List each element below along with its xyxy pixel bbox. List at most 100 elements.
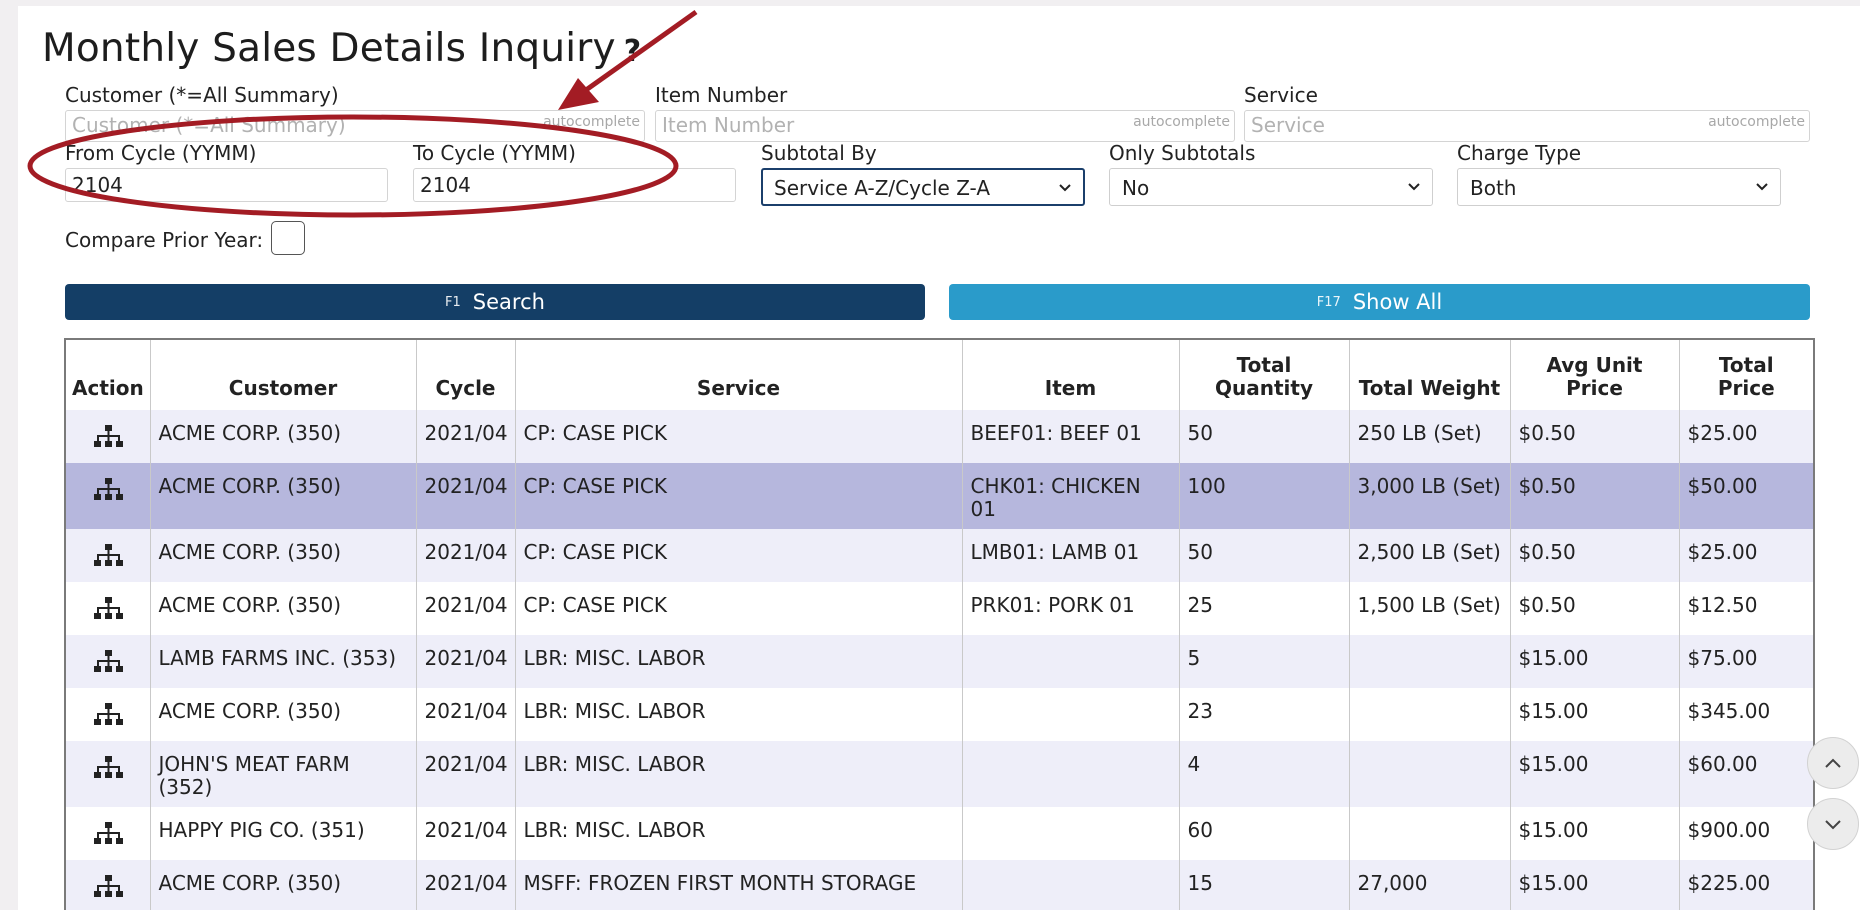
autocomplete-tag: autocomplete xyxy=(1133,114,1230,130)
cell-customer: LAMB FARMS INC. (353) xyxy=(150,635,417,688)
table-header-row: Action Customer Cycle Service Item Total… xyxy=(66,340,1813,410)
header-customer[interactable]: Customer xyxy=(150,340,417,410)
item-number-field: Item Number autocomplete xyxy=(655,82,1235,142)
cell-total-weight xyxy=(1349,807,1511,860)
header-total-quantity[interactable]: Total Quantity xyxy=(1179,340,1350,410)
cell-item xyxy=(962,741,1180,807)
header-total-price[interactable]: Total Price xyxy=(1679,340,1813,410)
cell-item: BEEF01: BEEF 01 xyxy=(962,410,1180,463)
from-cycle-label: From Cycle (YYMM) xyxy=(65,141,257,165)
table-row[interactable]: ACME CORP. (350) 2021/04 MSFF: FROZEN FIRS… xyxy=(66,860,1813,910)
only-subtotals-field: Only Subtotals No xyxy=(1109,140,1433,206)
autocomplete-tag: autocomplete xyxy=(1708,114,1805,130)
charge-type-field: Charge Type Both xyxy=(1457,140,1781,206)
cell-total-quantity: 25 xyxy=(1179,582,1350,635)
hierarchy-icon[interactable] xyxy=(93,478,123,508)
table-row[interactable]: ACME CORP. (350) 2021/04 CP: CASE PICK PRK0… xyxy=(66,582,1813,635)
cell-total-price: $25.00 xyxy=(1679,410,1813,463)
cell-item xyxy=(962,635,1180,688)
cell-total-weight: 2,500 LB (Set) xyxy=(1349,529,1511,582)
cell-avg-unit-price: $15.00 xyxy=(1510,635,1680,688)
cell-cycle: 2021/04 xyxy=(416,410,516,463)
cell-service: CP: CASE PICK xyxy=(515,582,963,635)
to-cycle-input[interactable] xyxy=(413,168,736,202)
cell-total-price: $50.00 xyxy=(1679,463,1813,529)
help-icon[interactable]: ? xyxy=(624,34,642,69)
cell-avg-unit-price: $15.00 xyxy=(1510,741,1680,807)
show-all-button[interactable]: F17 Show All xyxy=(949,284,1810,320)
cell-avg-unit-price: $0.50 xyxy=(1510,529,1680,582)
hierarchy-icon[interactable] xyxy=(93,875,123,905)
table-row[interactable]: ACME CORP. (350) 2021/04 CP: CASE PICK LMB0… xyxy=(66,529,1813,582)
cell-total-price: $900.00 xyxy=(1679,807,1813,860)
from-cycle-input[interactable] xyxy=(65,168,388,202)
table-row[interactable]: ACME CORP. (350) 2021/04 CP: CASE PICK BEEF… xyxy=(66,410,1813,463)
subtotal-by-select[interactable]: Service A-Z/Cycle Z-A xyxy=(761,168,1085,206)
cell-total-quantity: 23 xyxy=(1179,688,1350,741)
cell-total-quantity: 15 xyxy=(1179,860,1350,910)
charge-type-select[interactable]: Both xyxy=(1457,168,1781,206)
item-number-input[interactable] xyxy=(656,111,1108,139)
header-item[interactable]: Item xyxy=(962,340,1180,410)
cell-total-quantity: 50 xyxy=(1179,529,1350,582)
header-service[interactable]: Service xyxy=(515,340,963,410)
cell-total-price: $225.00 xyxy=(1679,860,1813,910)
hierarchy-icon[interactable] xyxy=(93,703,123,733)
cell-item: LMB01: LAMB 01 xyxy=(962,529,1180,582)
cell-cycle: 2021/04 xyxy=(416,807,516,860)
cell-cycle: 2021/04 xyxy=(416,529,516,582)
cell-service: LBR: MISC. LABOR xyxy=(515,807,963,860)
header-cycle[interactable]: Cycle xyxy=(416,340,516,410)
search-button[interactable]: F1 Search xyxy=(65,284,925,320)
scroll-up-button[interactable] xyxy=(1807,737,1859,789)
subtotal-by-label: Subtotal By xyxy=(761,141,877,165)
cell-item xyxy=(962,688,1180,741)
action-cell xyxy=(66,741,151,807)
table-row[interactable]: ACME CORP. (350) 2021/04 LBR: MISC. LABOR 2… xyxy=(66,688,1813,741)
main-panel: Monthly Sales Details Inquiry? Customer … xyxy=(18,6,1860,910)
cell-item xyxy=(962,807,1180,860)
cell-customer: ACME CORP. (350) xyxy=(150,410,417,463)
compare-prior-year-label: Compare Prior Year: xyxy=(65,228,264,252)
cell-cycle: 2021/04 xyxy=(416,860,516,910)
service-input[interactable] xyxy=(1245,111,1686,139)
compare-prior-year-checkbox[interactable] xyxy=(271,221,305,255)
hierarchy-icon[interactable] xyxy=(93,425,123,455)
customer-input[interactable] xyxy=(66,111,518,139)
hierarchy-icon[interactable] xyxy=(93,650,123,680)
show-all-fkey: F17 xyxy=(1316,294,1341,310)
service-label: Service xyxy=(1244,83,1318,107)
search-fkey: F1 xyxy=(445,294,461,310)
action-cell xyxy=(66,860,151,910)
cell-service: CP: CASE PICK xyxy=(515,529,963,582)
cell-service: LBR: MISC. LABOR xyxy=(515,635,963,688)
cell-service: MSFF: FROZEN FIRST MONTH STORAGE xyxy=(515,860,963,910)
hierarchy-icon[interactable] xyxy=(93,544,123,574)
table-row[interactable]: HAPPY PIG CO. (351) 2021/04 LBR: MISC. LAB… xyxy=(66,807,1813,860)
only-subtotals-select[interactable]: No xyxy=(1109,168,1433,206)
cell-service: CP: CASE PICK xyxy=(515,410,963,463)
header-total-weight[interactable]: Total Weight xyxy=(1349,340,1511,410)
item-number-box: autocomplete xyxy=(655,110,1235,142)
scroll-down-button[interactable] xyxy=(1807,798,1859,850)
cell-item: CHK01: CHICKEN 01 xyxy=(962,463,1180,529)
action-cell xyxy=(66,807,151,860)
chevron-down-icon xyxy=(1408,183,1420,191)
cell-total-weight: 250 LB (Set) xyxy=(1349,410,1511,463)
hierarchy-icon[interactable] xyxy=(93,756,123,786)
hierarchy-icon[interactable] xyxy=(93,822,123,852)
chevron-down-icon xyxy=(1756,183,1768,191)
table-row[interactable]: JOHN'S MEAT FARM (352) 2021/04 LBR: MISC. … xyxy=(66,741,1813,807)
table-row[interactable]: LAMB FARMS INC. (353) 2021/04 LBR: MISC. L… xyxy=(66,635,1813,688)
charge-type-value: Both xyxy=(1470,176,1517,200)
action-cell xyxy=(66,410,151,463)
table-row[interactable]: ACME CORP. (350) 2021/04 CP: CASE PICK CHK0… xyxy=(66,463,1813,529)
hierarchy-icon[interactable] xyxy=(93,597,123,627)
header-avg-unit-price[interactable]: Avg Unit Price xyxy=(1510,340,1680,410)
cell-customer: ACME CORP. (350) xyxy=(150,582,417,635)
to-cycle-label: To Cycle (YYMM) xyxy=(413,141,576,165)
cell-customer: ACME CORP. (350) xyxy=(150,860,417,910)
action-cell xyxy=(66,688,151,741)
cell-customer: JOHN'S MEAT FARM (352) xyxy=(150,741,417,807)
results-table: Action Customer Cycle Service Item Total… xyxy=(66,340,1813,910)
